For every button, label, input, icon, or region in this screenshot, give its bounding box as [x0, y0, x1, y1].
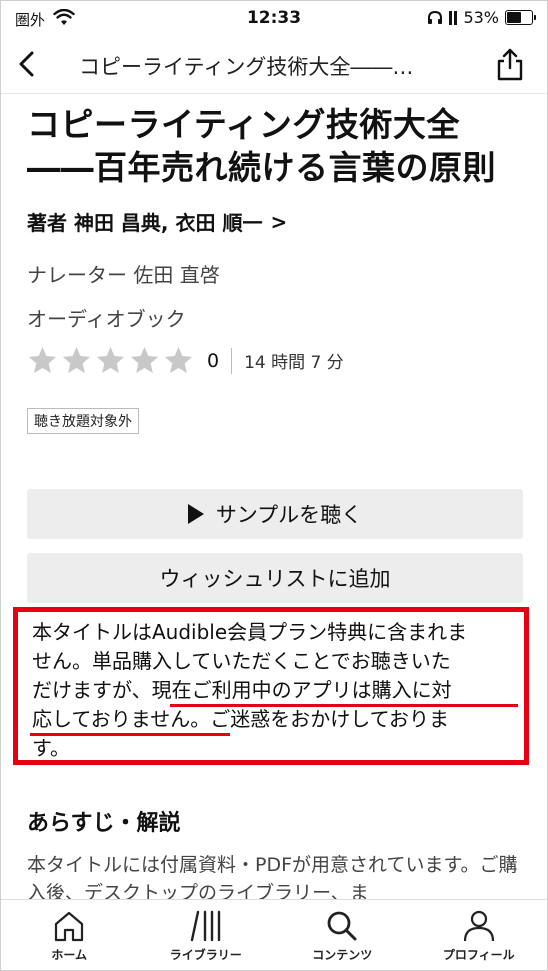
tab-label: プロフィール [442, 948, 515, 962]
synopsis-text: 本タイトルには付属資料・PDFが用意されています。ご購入後、デスクトップのライブ… [27, 854, 518, 901]
notice-line: す。 [32, 736, 70, 760]
battery-icon [505, 10, 536, 25]
book-title-line2: ――百年売れ続ける言葉の原則 [27, 148, 496, 187]
author-link[interactable]: 著者 神田 昌典, 衣田 順一 > [27, 207, 287, 236]
rating-count: 0 [207, 349, 220, 372]
star-icon [130, 346, 159, 374]
book-title-line1: コピーライティング技術大全 [27, 105, 460, 144]
divider [231, 347, 233, 374]
status-right: 53% [427, 8, 536, 27]
tab-label: ライブラリー [169, 948, 242, 962]
headphones-icon [428, 10, 443, 24]
play-icon [187, 504, 204, 524]
add-to-wishlist-button[interactable]: ウィッシュリストに追加 [27, 553, 523, 603]
notice-line: だけますが、現在ご利用中のアプリは購入に対 [32, 678, 452, 702]
star-icon [164, 346, 193, 374]
signal-icon [449, 10, 458, 25]
profile-icon [463, 910, 494, 942]
home-icon [55, 911, 84, 942]
format-label: オーディオブック [27, 307, 186, 331]
share-icon[interactable] [495, 47, 525, 81]
notice-line: 本タイトルはAudible会員プラン特典に含まれま [32, 620, 468, 644]
play-sample-label: サンプルを聴く [215, 503, 363, 527]
chevron-right-icon: > [270, 209, 288, 234]
app-screen: 圏外 12:33 53% コピーライティング技術大全――… コピーライティング技… [0, 0, 548, 971]
book-title: コピーライティング技術大全 ――百年売れ続ける言葉の原則 [27, 103, 527, 189]
author-name: 著者 神田 昌典, 衣田 順一 [27, 211, 263, 235]
purchase-notice: 本タイトルはAudible会員プラン特典に含まれま せん。単品購入していただくこ… [13, 607, 529, 765]
back-chevron-icon[interactable] [13, 49, 43, 79]
highlight-underline [30, 733, 230, 736]
battery-percent: 53% [463, 8, 499, 27]
tab-library[interactable]: ライブラリー [138, 900, 275, 970]
star-icon [28, 346, 57, 374]
tab-content[interactable]: コンテンツ [274, 900, 411, 970]
star-icon [62, 346, 91, 374]
status-badge: 聴き放題対象外 [27, 408, 139, 434]
play-sample-button[interactable]: サンプルを聴く [27, 489, 523, 539]
tab-label: ホーム [51, 948, 88, 962]
add-to-wishlist-label: ウィッシュリストに追加 [159, 567, 391, 591]
duration-label: 14 時間 7 分 [244, 353, 344, 373]
tab-label: コンテンツ [312, 948, 373, 962]
notice-line: 応しておりません。ご迷惑をおかけしておりま [32, 707, 449, 731]
tab-profile[interactable]: プロフィール [411, 900, 548, 970]
notice-line: せん。単品購入していただくことでお聴きいた [32, 649, 451, 673]
search-icon [327, 911, 357, 941]
navigation-bar: コピーライティング技術大全――… [1, 37, 547, 94]
status-bar: 圏外 12:33 53% [1, 1, 547, 37]
synopsis-heading: あらすじ・解説 [27, 811, 181, 836]
tab-bar: ホーム ライブラリー コンテンツ プロフィール [1, 899, 548, 970]
notice-text: 本タイトルはAudible会員プラン特典に含まれま せん。単品購入していただくこ… [32, 618, 516, 763]
nav-title: コピーライティング技術大全――… [79, 55, 414, 79]
star-icon [96, 346, 125, 374]
narrator-label: ナレーター 佐田 直啓 [27, 263, 220, 287]
tab-home[interactable]: ホーム [1, 900, 138, 970]
library-icon [190, 910, 220, 942]
highlight-underline [170, 704, 518, 707]
rating-row: 0 14 時間 7 分 [27, 345, 344, 376]
